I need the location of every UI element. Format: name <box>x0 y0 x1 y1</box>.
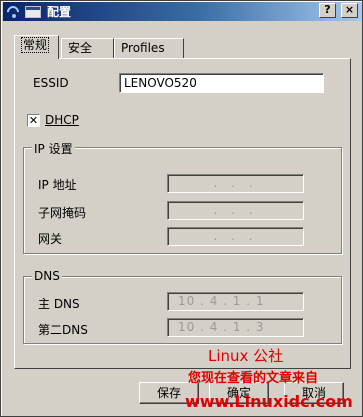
help-button[interactable]: ? <box>319 3 336 18</box>
close-button[interactable]: × <box>341 3 358 18</box>
general-panel: ESSID LENOVO520 ✕ DHCP IP 设置 IP 地址 . . .… <box>14 58 351 369</box>
tab-profiles[interactable]: Profiles <box>114 38 184 58</box>
gateway-input[interactable]: . . . <box>167 227 304 246</box>
secondary-dns-label: 第二DNS <box>38 323 88 337</box>
essid-input[interactable]: LENOVO520 <box>119 73 324 93</box>
tab-general-label: 常规 <box>21 37 50 53</box>
primary-dns-label: 主 DNS <box>38 297 80 311</box>
ip-settings-group: IP 设置 IP 地址 . . . 子网掩码 . . . 网关 . . . <box>23 140 342 254</box>
ip-address-label: IP 地址 <box>38 178 77 192</box>
secondary-dns-input[interactable]: 10 . 4 . 1 . 3 <box>167 318 304 337</box>
gateway-label: 网关 <box>38 232 63 246</box>
dhcp-label[interactable]: DHCP <box>45 113 79 127</box>
window-title: 配置 <box>47 5 72 19</box>
watermark-url: www.Linuxidc.com <box>185 392 353 411</box>
config-dialog: 配置 ? × 常规 安全 Profiles ESSID LENOVO520 ✕ … <box>0 0 363 417</box>
tab-security-label: 安全 <box>68 41 93 55</box>
subnet-mask-label: 子网掩码 <box>38 206 87 220</box>
watermark-notice: 您现在查看的文章来自 <box>188 371 319 386</box>
dns-group: DNS 主 DNS 10 . 4 . 1 . 1 第二DNS 10 . 4 . … <box>23 269 342 344</box>
dns-title: DNS <box>32 269 62 283</box>
title-bar[interactable]: 配置 ? × <box>3 2 362 21</box>
tab-profiles-label: Profiles <box>121 41 165 55</box>
essid-label: ESSID <box>33 76 69 90</box>
tab-general[interactable]: 常规 <box>14 35 59 59</box>
primary-dns-input[interactable]: 10 . 4 . 1 . 1 <box>167 292 304 311</box>
dhcp-checkbox[interactable]: ✕ <box>27 114 40 127</box>
subnet-mask-input[interactable]: . . . <box>167 201 304 220</box>
ip-settings-title: IP 设置 <box>32 140 75 157</box>
wifi-icon <box>4 3 22 20</box>
window-icon <box>25 5 41 18</box>
tab-security[interactable]: 安全 <box>61 38 114 58</box>
ip-address-input[interactable]: . . . <box>167 174 304 193</box>
